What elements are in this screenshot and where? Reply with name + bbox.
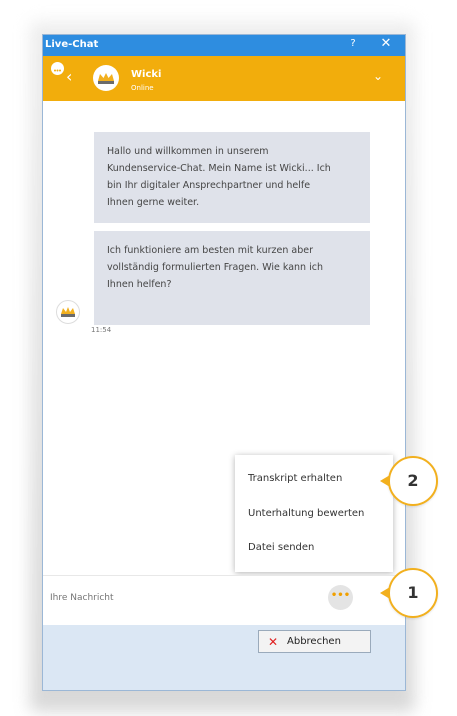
message-input[interactable]	[50, 593, 300, 603]
message-line: vollständig formulierten Fragen. Wie kan…	[107, 262, 323, 273]
live-chat-window: Live-Chat ? ✕ ‹ Wicki Online ⌄ Hallo und…	[43, 35, 405, 690]
back-icon[interactable]: ‹	[66, 69, 72, 85]
menu-item-send-file[interactable]: Datei senden	[248, 542, 314, 553]
bot-avatar-icon	[56, 300, 80, 324]
close-icon: ✕	[268, 635, 279, 649]
message-input-bar: •••	[43, 575, 405, 626]
callout-number: 2	[407, 471, 419, 490]
callout-2: 2	[380, 456, 438, 506]
footer-bar: ✕ Abbrechen	[43, 625, 405, 690]
bot-message: Hallo und willkommen in unserem Kundense…	[94, 132, 370, 223]
window-title: Live-Chat	[45, 39, 99, 50]
message-line: Ihnen helfen?	[107, 279, 172, 290]
chat-header: ‹ Wicki Online ⌄	[43, 56, 405, 101]
message-line: Ich funktioniere am besten mit kurzen ab…	[107, 245, 313, 256]
chat-bubble-icon	[51, 62, 64, 75]
callout-pointer	[380, 587, 390, 599]
title-bar: Live-Chat ? ✕	[43, 35, 405, 56]
close-button[interactable]: ✕	[379, 36, 393, 51]
message-line: bin Ihr digitaler Ansprechpartner und he…	[107, 180, 311, 191]
callout-1: 1	[380, 568, 438, 618]
agent-status: Online	[131, 84, 154, 92]
options-menu: Transkript erhalten Unterhaltung bewerte…	[235, 455, 393, 572]
callout-number: 1	[407, 583, 419, 602]
menu-item-rate[interactable]: Unterhaltung bewerten	[248, 508, 364, 519]
message-timestamp: 11:54	[91, 326, 112, 334]
chevron-down-icon[interactable]: ⌄	[373, 69, 383, 83]
help-button[interactable]: ?	[347, 38, 359, 49]
message-line: Hallo und willkommen in unserem	[107, 146, 269, 157]
message-line: Kundenservice-Chat. Mein Name ist Wicki.…	[107, 163, 331, 174]
more-options-button[interactable]: •••	[328, 585, 353, 610]
message-line: Ihnen gerne weiter.	[107, 197, 200, 208]
agent-name: Wicki	[131, 69, 162, 80]
agent-avatar	[93, 65, 119, 91]
bot-message: Ich funktioniere am besten mit kurzen ab…	[94, 231, 370, 325]
menu-item-transcript[interactable]: Transkript erhalten	[248, 473, 342, 484]
cancel-label: Abbrechen	[287, 636, 341, 647]
callout-pointer	[380, 475, 390, 487]
cancel-button[interactable]: ✕ Abbrechen	[258, 630, 371, 653]
